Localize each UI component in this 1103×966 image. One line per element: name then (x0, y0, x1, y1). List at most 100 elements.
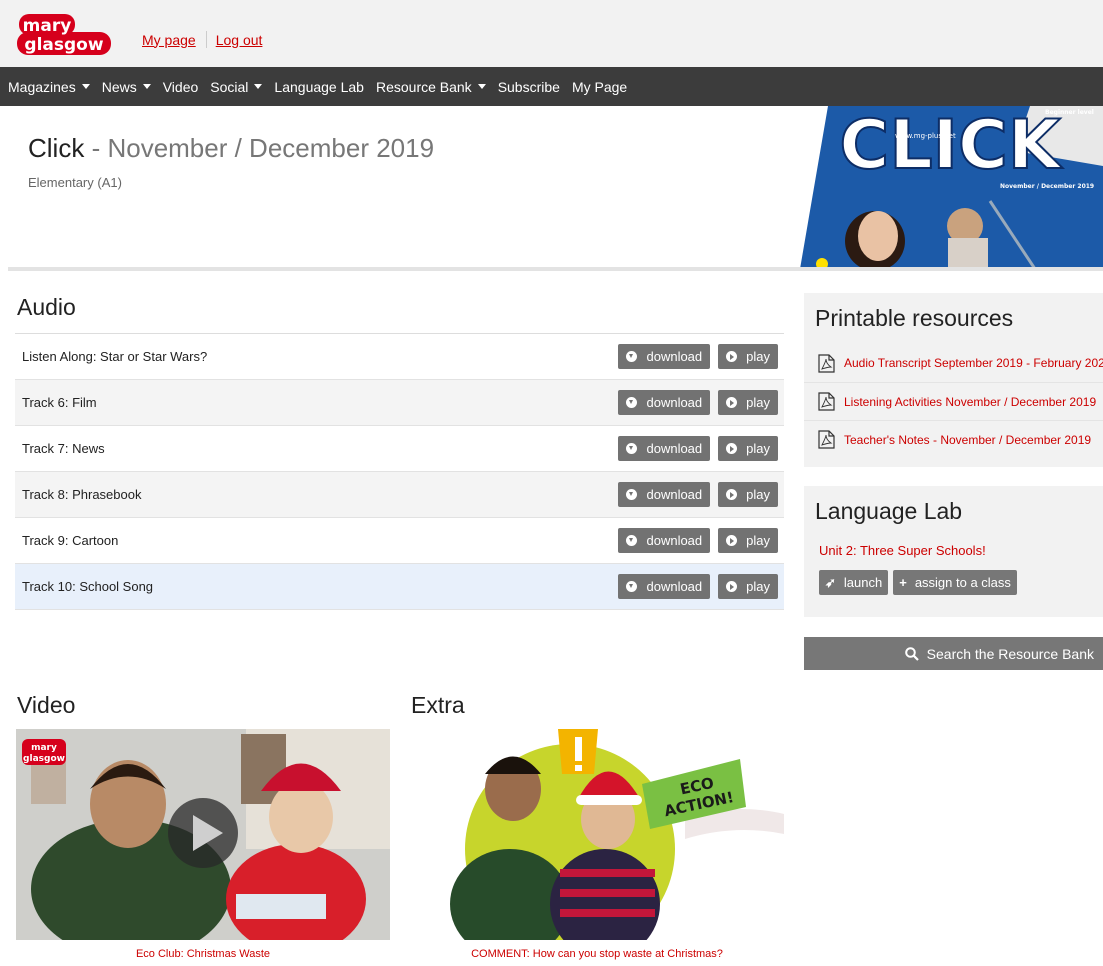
download-label: download (646, 349, 703, 364)
audio-track-row: Track 7: News download play (15, 426, 784, 472)
play-label: play (746, 487, 770, 502)
page-title: Click - November / December 2019 (28, 133, 434, 164)
plus-icon: + (899, 575, 907, 590)
audio-section-title: Audio (17, 294, 76, 320)
download-icon (626, 535, 638, 546)
printables-title: Printable resources (815, 305, 1014, 331)
language-lab-unit-link[interactable]: Unit 2: Three Super Schools! (819, 543, 986, 558)
download-button[interactable]: download (618, 574, 711, 599)
track-title: Track 8: Phrasebook (22, 487, 142, 502)
extra-section-title: Extra (411, 692, 465, 718)
play-label: play (746, 441, 770, 456)
play-label: play (746, 349, 770, 364)
download-label: download (646, 533, 703, 548)
nav-item-language-lab[interactable]: Language Lab (274, 79, 364, 95)
nav-item-resource-bank[interactable]: Resource Bank (376, 79, 486, 95)
resource-link[interactable]: Teacher's Notes - November / December 20… (844, 433, 1091, 447)
mary-glasgow-logo[interactable]: mary glasgow (17, 13, 111, 56)
download-label: download (646, 395, 703, 410)
play-button[interactable]: play (718, 436, 778, 461)
pdf-icon (818, 353, 835, 373)
nav-label: Magazines (8, 78, 76, 95)
cover-url: www.mg-plus.net (895, 132, 956, 140)
caret-down-icon (142, 84, 151, 89)
track-title: Track 7: News (22, 441, 105, 456)
nav-item-news[interactable]: News (102, 79, 151, 95)
resource-link[interactable]: Audio Transcript September 2019 - Februa… (844, 356, 1103, 370)
resource-item: Listening Activities November / December… (804, 382, 1103, 420)
my-page-link[interactable]: My page (142, 32, 196, 48)
launch-button[interactable]: ➶ launch (819, 570, 889, 595)
logo-text-line2: glasgow (24, 35, 103, 55)
audio-track-list: Listen Along: Star or Star Wars? downloa… (15, 333, 784, 610)
launch-label: launch (843, 575, 883, 590)
issue-date: November / December 2019 (107, 133, 435, 163)
resource-item: Audio Transcript September 2019 - Februa… (804, 344, 1103, 382)
video-logo-line2: glasgow (23, 754, 65, 764)
download-icon (626, 581, 638, 592)
nav-label: Language Lab (274, 78, 364, 95)
language-lab-title: Language Lab (815, 498, 963, 524)
play-button[interactable]: play (718, 482, 778, 507)
nav-label: My Page (571, 78, 628, 95)
track-title: Listen Along: Star or Star Wars? (22, 349, 208, 364)
download-icon (626, 397, 638, 408)
magazine-cover-image: CLICK www.mg-plus.net Beginner level Nov… (800, 106, 1103, 269)
play-button[interactable]: play (718, 574, 778, 599)
download-button[interactable]: download (618, 344, 711, 369)
track-title: Track 9: Cartoon (22, 533, 119, 548)
header-divider (8, 267, 1103, 271)
extra-thumbnail[interactable]: ECO ACTION! (410, 729, 784, 940)
search-resource-bank-button[interactable]: Search the Resource Bank (804, 637, 1103, 670)
play-label: play (746, 579, 770, 594)
nav-label: Subscribe (497, 78, 560, 95)
assign-label: assign to a class (914, 575, 1011, 590)
track-title: Track 6: Film (22, 395, 97, 410)
video-caption-link[interactable]: Eco Club: Christmas Waste (16, 948, 390, 960)
nav-item-magazines[interactable]: Magazines (8, 79, 90, 95)
caret-down-icon (477, 84, 486, 89)
main-navigation: Magazines News Video Social Language Lab… (0, 67, 1103, 106)
play-icon (726, 535, 738, 546)
play-icon (726, 397, 738, 408)
link-separator (205, 31, 207, 48)
title-separator: - (84, 133, 108, 163)
play-icon (726, 351, 738, 362)
audio-track-row: Track 8: Phrasebook download play (15, 472, 784, 518)
nav-item-video[interactable]: Video (163, 79, 199, 95)
video-logo-line1: mary (31, 743, 57, 753)
download-button[interactable]: download (618, 528, 711, 553)
resource-link[interactable]: Listening Activities November / December… (844, 395, 1096, 409)
download-label: download (646, 487, 703, 502)
cover-badge: Beginner level (1045, 109, 1094, 116)
download-button[interactable]: download (618, 482, 711, 507)
play-label: play (746, 533, 770, 548)
download-icon (626, 489, 638, 500)
play-icon (726, 443, 738, 454)
nav-label: Resource Bank (375, 78, 472, 95)
play-button[interactable]: play (718, 344, 778, 369)
nav-item-subscribe[interactable]: Subscribe (498, 79, 560, 95)
account-links: My page Log out (142, 31, 262, 48)
logo-text-line1: mary (23, 16, 72, 36)
play-button[interactable]: play (718, 390, 778, 415)
search-label: Search the Resource Bank (926, 645, 1094, 662)
download-label: download (646, 579, 703, 594)
extra-caption-link[interactable]: COMMENT: How can you stop waste at Chris… (410, 948, 784, 960)
video-thumbnail[interactable]: mary glasgow (16, 729, 390, 940)
caret-down-icon (81, 84, 90, 89)
play-button[interactable]: play (718, 528, 778, 553)
play-icon (726, 489, 738, 500)
audio-track-row: Track 9: Cartoon download play (15, 518, 784, 564)
play-icon (726, 581, 738, 592)
nav-label: Video (162, 78, 199, 95)
download-button[interactable]: download (618, 390, 711, 415)
assign-to-class-button[interactable]: + assign to a class (893, 570, 1017, 595)
top-bar: mary glasgow My page Log out (0, 0, 1103, 67)
nav-item-social[interactable]: Social (210, 79, 263, 95)
download-button[interactable]: download (618, 436, 711, 461)
nav-item-my-page[interactable]: My Page (572, 79, 627, 95)
log-out-link[interactable]: Log out (216, 32, 263, 48)
printable-resources-panel: Printable resources Audio Transcript Sep… (804, 293, 1103, 467)
rocket-icon: ➶ (825, 574, 836, 590)
